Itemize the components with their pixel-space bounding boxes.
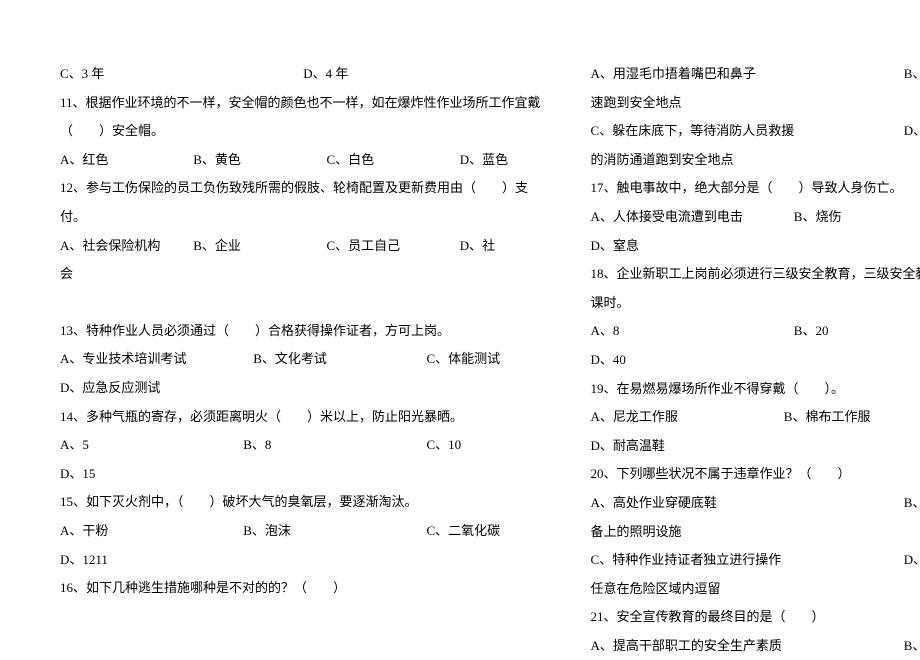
q11-text: 11、根据作业环境的不一样，安全帽的颜色也不一样，如在爆炸性作业场所工作宜戴 — [60, 89, 541, 118]
q10-options-cd: C、3 年 D、4 年 — [60, 60, 541, 89]
q21-text: 21、安全宣传教育的最终目的是（ ） — [591, 603, 920, 632]
left-column: C、3 年 D、4 年 11、根据作业环境的不一样，安全帽的颜色也不一样，如在爆… — [60, 60, 541, 660]
q12-opt-d: D、社 — [460, 232, 495, 261]
q20-options-ab: A、高处作业穿硬底鞋 B、任意拆除设 — [591, 489, 920, 518]
q17-options-abc: A、人体接受电流遭到电击 B、烧伤 C、电休克 — [591, 203, 920, 232]
q15-opt-b: B、泡沫 — [243, 517, 423, 546]
q13-opt-b: B、文化考试 — [253, 345, 423, 374]
q14-opt-b: B、8 — [243, 431, 423, 460]
q11-opt-c: C、白色 — [327, 146, 457, 175]
q13-opt-a: A、专业技术培训考试 — [60, 345, 250, 374]
q10-opt-c: C、3 年 — [60, 60, 300, 89]
q15-text: 15、如下灭火剂中，（ ）破坏大气的臭氧层，要逐渐淘汰。 — [60, 488, 541, 517]
q12-opt-a: A、社会保险机构 — [60, 232, 190, 261]
q19-text: 19、在易燃易爆场所作业不得穿戴（ ）。 — [591, 375, 920, 404]
q21-options-ab: A、提高干部职工的安全生产素质 B、树立全局观 — [591, 632, 920, 660]
q14-text: 14、多种气瓶的寄存，必须距离明火（ ）米以上，防止阳光暴晒。 — [60, 403, 541, 432]
q14-opt-c: C、10 — [427, 431, 462, 460]
q13-options-abc: A、专业技术培训考试 B、文化考试 C、体能测试 — [60, 345, 541, 374]
q17-opt-d: D、窒息 — [591, 232, 920, 261]
q12-text: 12、参与工伤保险的员工负伤致残所需的假肢、轮椅配置及更新费用由（ ）支 — [60, 174, 541, 203]
q19-opt-a: A、尼龙工作服 — [591, 403, 781, 432]
q11-opt-d: D、蓝色 — [460, 146, 508, 175]
q13-text: 13、特种作业人员必须通过（ ）合格获得操作证者，方可上岗。 — [60, 317, 541, 346]
q16-opt-b-cont: 速跑到安全地点 — [591, 89, 920, 118]
q11-opt-a: A、红色 — [60, 146, 190, 175]
q12-options: A、社会保险机构 B、企业 C、员工自己 D、社 — [60, 232, 541, 261]
q16-opt-d: D、立即从近来 — [904, 117, 920, 146]
q16-text: 16、如下几种逃生措施哪种是不对的的？（ ） — [60, 574, 541, 603]
q20-opt-d-cont: 任意在危险区域内逗留 — [591, 575, 920, 604]
q16-options-cd: C、躲在床底下，等待消防人员救援 D、立即从近来 — [591, 117, 920, 146]
q10-opt-d: D、4 年 — [303, 60, 348, 89]
q12-opt-d-cont: 会 — [60, 260, 541, 289]
q11-text-cont: （ ）安全帽。 — [60, 117, 541, 146]
spacer — [60, 289, 541, 317]
q11-opt-b: B、黄色 — [193, 146, 323, 175]
q21-opt-b: B、树立全局观 — [904, 632, 920, 660]
q17-text: 17、触电事故中，绝大部分是（ ）导致人身伤亡。 — [591, 174, 920, 203]
q19-opt-b: B、棉布工作服 — [784, 403, 920, 432]
q16-opt-d-cont: 的消防通道跑到安全地点 — [591, 146, 920, 175]
q18-opt-b: B、20 — [794, 317, 920, 346]
q18-opt-d: D、40 — [591, 346, 920, 375]
q21-opt-a: A、提高干部职工的安全生产素质 — [591, 632, 901, 660]
q16-options-ab: A、用湿毛巾捂着嘴巴和鼻子 B、弯着身子迅 — [591, 60, 920, 89]
q16-opt-c: C、躲在床底下，等待消防人员救援 — [591, 117, 901, 146]
q18-text-cont: 课时。 — [591, 289, 920, 318]
q19-opt-d: D、耐高温鞋 — [591, 432, 920, 461]
q20-options-cd: C、特种作业持证者独立进行操作 D、非岗位人员 — [591, 546, 920, 575]
q11-options: A、红色 B、黄色 C、白色 D、蓝色 — [60, 146, 541, 175]
q13-opt-c: C、体能测试 — [427, 345, 501, 374]
q20-text: 20、下列哪些状况不属于违章作业？（ ） — [591, 460, 920, 489]
q15-opt-d: D、1211 — [60, 546, 541, 575]
q12-text-cont: 付。 — [60, 203, 541, 232]
q20-opt-d: D、非岗位人员 — [904, 546, 920, 575]
q18-text: 18、企业新职工上岗前必须进行三级安全教育，三级安全教育时间不得少于（ ） — [591, 260, 920, 289]
q18-options-abc: A、8 B、20 C、24 — [591, 317, 920, 346]
q20-opt-b-cont: 备上的照明设施 — [591, 518, 920, 547]
q16-opt-b: B、弯着身子迅 — [904, 60, 920, 89]
q17-opt-b: B、烧伤 — [794, 203, 920, 232]
q15-opt-c: C、二氧化碳 — [427, 517, 501, 546]
q12-opt-c: C、员工自己 — [327, 232, 457, 261]
q20-opt-c: C、特种作业持证者独立进行操作 — [591, 546, 901, 575]
right-column: A、用湿毛巾捂着嘴巴和鼻子 B、弯着身子迅 速跑到安全地点 C、躲在床底下，等待… — [591, 60, 920, 660]
q14-opt-a: A、5 — [60, 431, 240, 460]
q20-opt-b: B、任意拆除设 — [904, 489, 920, 518]
q20-opt-a: A、高处作业穿硬底鞋 — [591, 489, 901, 518]
q16-opt-a: A、用湿毛巾捂着嘴巴和鼻子 — [591, 60, 901, 89]
q14-opt-d: D、15 — [60, 460, 541, 489]
q17-opt-a: A、人体接受电流遭到电击 — [591, 203, 791, 232]
q15-options-abc: A、干粉 B、泡沫 C、二氧化碳 — [60, 517, 541, 546]
q18-opt-a: A、8 — [591, 317, 791, 346]
q19-options-abc: A、尼龙工作服 B、棉布工作服 C、防静电服 — [591, 403, 920, 432]
q12-opt-b: B、企业 — [193, 232, 323, 261]
q14-options-abc: A、5 B、8 C、10 — [60, 431, 541, 460]
q15-opt-a: A、干粉 — [60, 517, 240, 546]
q13-opt-d: D、应急反应测试 — [60, 374, 541, 403]
